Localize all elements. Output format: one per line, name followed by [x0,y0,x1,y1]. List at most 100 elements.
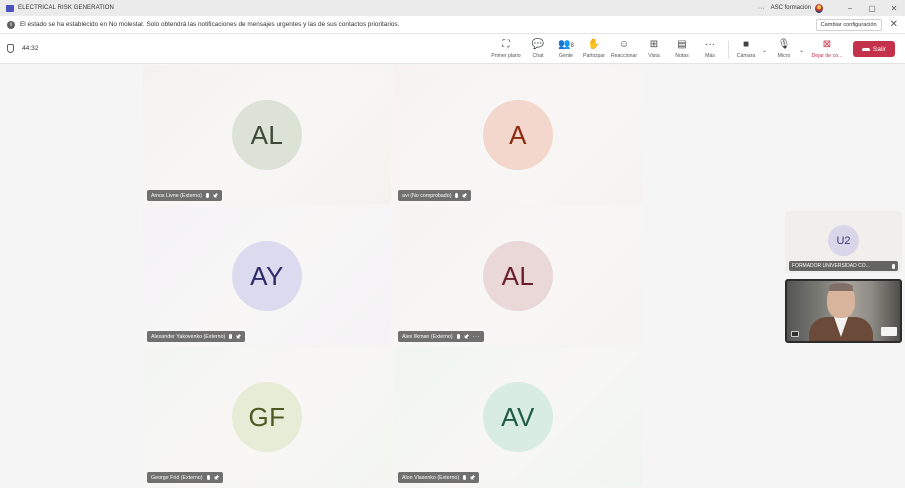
avatar: GF [232,382,302,452]
more-label: Más [705,53,715,59]
window-title: ELECTRICAL RISK GENERATION [18,5,114,11]
mic-muted-icon [206,475,210,480]
avatar: AV [483,382,553,452]
notes-label: Notas [675,53,689,59]
raise-hand-button[interactable]: ✋ Participar [579,38,609,59]
people-button[interactable]: 👥8 Gente [551,38,581,59]
participant-name-tag: avi (No comprobado) [398,190,472,201]
avatar: A [483,100,553,170]
camera-options-chevron-icon[interactable]: ⌄ [762,47,767,54]
people-count: 8 [570,43,574,49]
restore-button[interactable]: ▢ [861,4,883,13]
chat-button[interactable]: 💬 Chat [523,38,553,59]
participant-name: avi (No comprobado) [402,192,452,199]
participant-tile[interactable]: AY Alexander Yakovenko (Externo) [143,207,391,345]
notes-icon: ▤ [677,39,687,50]
react-icon: ☺ [618,39,630,50]
mic-options-chevron-icon[interactable]: ⌄ [799,47,804,54]
change-settings-button[interactable]: Cambiar configuración [815,18,882,31]
minimize-button[interactable]: − [839,4,861,13]
close-banner-icon[interactable]: ✕ [890,19,898,30]
pin-icon[interactable] [469,474,476,481]
mic-muted-icon [892,263,895,269]
mic-muted-icon [463,475,467,480]
leave-button[interactable]: Salir [853,41,895,57]
people-icon: 👥8 [558,39,574,50]
title-bar: ELECTRICAL RISK GENERATION ··· ASC forma… [0,0,905,16]
org-logo-icon[interactable] [815,3,823,13]
chat-label: Chat [532,53,544,59]
participant-name: Alon Vlasenko (Externo) [402,474,460,481]
react-button[interactable]: ☺ Reaccionar [609,38,639,59]
camera-switch-icon[interactable] [791,331,799,337]
video-monitor [881,327,897,336]
self-video-preview[interactable] [785,279,902,343]
video-person-hair [829,283,853,291]
mic-muted-icon [229,334,233,339]
focus-icon: ⛶ [502,39,510,50]
participant-name: Amos Livne (Externo) [151,192,202,199]
participant-tile[interactable]: AL Amos Livne (Externo) [143,66,391,204]
org-name[interactable]: ASC formación [771,5,811,11]
mic-muted-icon [455,193,459,198]
participant-name: FORMADOR UNIVERSIDAD CO... [792,263,870,269]
view-button[interactable]: ⊞ Vista [639,38,669,59]
avatar: AL [483,241,553,311]
participant-tile[interactable]: A avi (No comprobado) [394,66,642,204]
participant-name-tag: Alon Vlasenko (Externo) [398,472,480,483]
participant-name-tag: George Frid (Externo) [147,472,223,483]
hang-up-icon [861,47,870,51]
participant-name: Alexander Yakovenko (Externo) [151,333,226,340]
pin-icon[interactable] [212,474,219,481]
participant-name: Alex Ilkman (Externo) [402,333,453,340]
people-label: Gente [558,53,574,59]
raise-hand-label: Participar [583,53,605,59]
raise-hand-icon: ✋ [587,39,601,50]
side-participant-tile[interactable]: U2 FORMADOR UNIVERSIDAD CO... [785,211,902,273]
close-window-button[interactable]: ✕ [883,4,905,13]
react-label: Reaccionar [610,53,638,59]
camera-icon: ■ [742,39,750,50]
teams-logo-icon [6,4,14,12]
avatar: U2 [828,225,859,256]
camera-button[interactable]: ■ Cámara [731,38,761,59]
info-icon: i [7,20,15,29]
mic-muted-icon [456,334,460,339]
chat-icon: 💬 [531,39,545,50]
stop-sharing-button[interactable]: ⊠ Dejar de co... [810,38,844,59]
view-label: Vista [648,53,660,59]
pin-icon[interactable] [212,192,219,199]
avatar: AY [232,241,302,311]
focus-label: Primer plano [491,53,521,59]
participant-name-tag: FORMADOR UNIVERSIDAD CO... [789,261,898,271]
more-options-icon[interactable]: ··· [758,5,765,12]
meeting-toolbar: 44:32 ⛶ Primer plano 💬 Chat 👥8 Gente ✋ P… [0,34,905,64]
stop-sharing-label: Dejar de co... [811,53,843,59]
leave-label: Salir [872,45,887,53]
more-button[interactable]: ··· Más [695,38,725,59]
participant-name-tag: Amos Livne (Externo) [147,190,222,201]
do-not-disturb-banner: i El estado se ha establecido en No mole… [0,16,905,34]
participant-name-tag: Alexander Yakovenko (Externo) [147,331,246,342]
stop-share-icon: ⊠ [822,39,832,50]
participant-tile[interactable]: AV Alon Vlasenko (Externo) [394,348,642,486]
mic-button[interactable]: 🎙 Micro [769,38,799,59]
mic-icon: 🎙 [777,39,791,50]
participant-tile[interactable]: AL Alex Ilkman (Externo) ··· [394,207,642,345]
pin-icon[interactable] [235,333,242,340]
participant-tile[interactable]: GF George Frid (Externo) [143,348,391,486]
more-options-icon[interactable]: ··· [473,334,481,340]
camera-label: Cámara [736,53,756,59]
more-icon: ··· [705,39,715,50]
mic-label: Micro [777,53,791,59]
mic-muted-icon [205,193,209,198]
participant-name: George Frid (Externo) [151,474,203,481]
pin-icon[interactable] [463,333,470,340]
focus-button[interactable]: ⛶ Primer plano [491,38,521,59]
notes-button[interactable]: ▤ Notas [667,38,697,59]
pin-icon[interactable] [461,192,468,199]
meeting-timer: 44:32 [22,45,39,52]
toolbar-divider [728,41,729,59]
participant-name-tag: Alex Ilkman (Externo) ··· [398,331,485,342]
shield-icon [7,44,14,53]
